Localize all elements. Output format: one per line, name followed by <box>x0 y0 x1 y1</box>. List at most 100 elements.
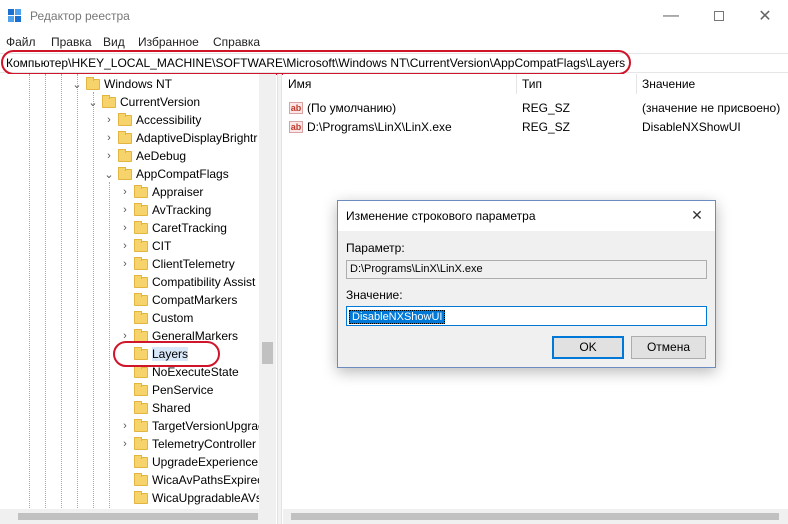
tree-item[interactable]: NoExecuteState <box>119 363 239 381</box>
tree-item[interactable]: ⌄ CurrentVersion <box>87 93 200 111</box>
pane-splitter[interactable] <box>277 74 282 524</box>
key-tree[interactable]: ⌄ Windows NT ⌄ CurrentVersion › Accessibili… <box>0 74 276 510</box>
folder-icon <box>118 148 132 162</box>
column-header-name[interactable]: Имя <box>283 74 517 94</box>
tree-item-label: AdaptiveDisplayBrightr <box>136 131 258 145</box>
folder-icon <box>86 76 100 90</box>
chevron-right-icon[interactable]: › <box>119 240 131 252</box>
column-header-type[interactable]: Тип <box>517 74 637 94</box>
dialog-title: Изменение строкового параметра <box>346 209 536 223</box>
tree-guide-line <box>61 74 62 510</box>
tree-item-label: Shared <box>152 401 191 415</box>
scrollbar-thumb[interactable] <box>262 342 273 364</box>
menu-bar: Файл Правка Вид Избранное Справка <box>0 32 788 52</box>
tree-guide-line <box>29 74 30 510</box>
tree-item[interactable]: › TelemetryController <box>119 435 256 453</box>
folder-icon <box>134 310 148 324</box>
maximize-icon <box>714 11 724 21</box>
folder-icon <box>134 256 148 270</box>
folder-icon <box>118 166 132 180</box>
values-horizontal-scrollbar[interactable] <box>283 509 788 524</box>
tree-item[interactable]: › CIT <box>119 237 171 255</box>
ok-button[interactable]: OK <box>552 336 624 359</box>
tree-item-label: AppCompatFlags <box>136 167 229 181</box>
menu-file[interactable]: Файл <box>6 35 36 49</box>
tree-item[interactable]: UpgradeExperienceI <box>119 453 261 471</box>
menu-edit[interactable]: Правка <box>51 35 92 49</box>
scrollbar-thumb[interactable] <box>18 513 258 520</box>
tree-item-label: UpgradeExperienceI <box>152 455 262 469</box>
value-data-selected-text[interactable]: DisableNXShowUI <box>349 310 446 324</box>
tree-item-label: CurrentVersion <box>120 95 201 109</box>
tree-item[interactable]: › ClientTelemetry <box>119 255 235 273</box>
tree-horizontal-scrollbar[interactable] <box>0 509 276 524</box>
dialog-close-button[interactable]: ✕ <box>686 207 708 225</box>
chevron-right-icon[interactable]: › <box>119 330 131 342</box>
tree-item[interactable]: WicaUpgradableAVs <box>119 489 262 507</box>
chevron-right-icon[interactable]: › <box>119 204 131 216</box>
folder-icon <box>134 220 148 234</box>
tree-item[interactable]: › GeneralMarkers <box>119 327 238 345</box>
tree-item-label: GeneralMarkers <box>152 329 239 343</box>
value-type: REG_SZ <box>522 101 571 115</box>
value-data-input[interactable]: DisableNXShowUI <box>346 306 707 326</box>
param-label: Параметр: <box>346 241 405 255</box>
tree-item[interactable]: Custom <box>119 309 193 327</box>
chevron-right-icon[interactable]: › <box>119 420 131 432</box>
tree-item[interactable]: ⌄ AppCompatFlags <box>103 165 229 183</box>
value-type: REG_SZ <box>522 120 571 134</box>
menu-view[interactable]: Вид <box>103 35 125 49</box>
tree-guide-line <box>45 74 46 510</box>
tree-item[interactable]: ⌄ Windows NT <box>71 75 172 93</box>
value-row[interactable]: ab D:\Programs\LinX\LinX.exe REG_SZ Disa… <box>283 118 788 136</box>
close-button[interactable]: ✕ <box>742 0 788 32</box>
tree-item[interactable]: PenService <box>119 381 213 399</box>
chevron-right-icon[interactable]: › <box>119 438 131 450</box>
chevron-right-icon[interactable]: › <box>103 132 115 144</box>
tree-item[interactable]: Shared <box>119 399 191 417</box>
address-bar[interactable]: Компьютер\HKEY_LOCAL_MACHINE\SOFTWARE\Mi… <box>0 53 788 73</box>
value-row[interactable]: ab (По умолчанию) REG_SZ (значение не пр… <box>283 99 788 117</box>
window-title: Редактор реестра <box>30 9 130 23</box>
chevron-down-icon[interactable]: ⌄ <box>103 168 115 181</box>
chevron-right-icon[interactable]: › <box>119 222 131 234</box>
menu-help[interactable]: Справка <box>213 35 260 49</box>
tree-item[interactable]: › AvTracking <box>119 201 211 219</box>
folder-icon <box>134 454 148 468</box>
value-data: DisableNXShowUI <box>642 120 741 134</box>
tree-item-layers-selected[interactable]: Layers <box>119 345 189 363</box>
tree-item[interactable]: › CaretTracking <box>119 219 227 237</box>
chevron-right-icon[interactable]: › <box>103 114 115 126</box>
folder-icon <box>134 472 148 486</box>
column-header-data[interactable]: Значение <box>637 74 788 94</box>
tree-item[interactable]: › Accessibility <box>103 111 201 129</box>
tree-item[interactable]: › AeDebug <box>103 147 186 165</box>
address-path[interactable]: Компьютер\HKEY_LOCAL_MACHINE\SOFTWARE\Mi… <box>6 56 625 70</box>
chevron-right-icon[interactable]: › <box>119 258 131 270</box>
value-label: Значение: <box>346 288 403 302</box>
tree-guide-line <box>109 182 110 510</box>
tree-item[interactable]: › AdaptiveDisplayBrightr <box>103 129 257 147</box>
chevron-down-icon[interactable]: ⌄ <box>71 78 83 91</box>
minimize-button[interactable]: — <box>648 0 694 32</box>
chevron-right-icon[interactable]: › <box>103 150 115 162</box>
tree-item[interactable]: › Appraiser <box>119 183 203 201</box>
tree-item-label: TargetVersionUpgrac <box>152 419 265 433</box>
menu-favorites[interactable]: Избранное <box>138 35 199 49</box>
tree-item-label: Layers <box>152 347 189 361</box>
tree-item[interactable]: CompatMarkers <box>119 291 237 309</box>
tree-item-label: TelemetryController <box>152 437 257 451</box>
chevron-right-icon[interactable]: › <box>119 186 131 198</box>
tree-item[interactable]: WicaAvPathsExpirec <box>119 471 263 489</box>
scrollbar-thumb[interactable] <box>291 513 779 520</box>
maximize-button[interactable] <box>696 0 742 32</box>
chevron-down-icon[interactable]: ⌄ <box>87 96 99 109</box>
folder-icon <box>134 238 148 252</box>
tree-item-label: WicaAvPathsExpirec <box>152 473 264 487</box>
tree-item[interactable]: › TargetVersionUpgrac <box>119 417 264 435</box>
tree-vertical-scrollbar[interactable] <box>259 74 276 510</box>
tree-item[interactable]: Compatibility Assist <box>119 273 255 291</box>
param-name-field: D:\Programs\LinX\LinX.exe <box>346 260 707 279</box>
tree-item-label: NoExecuteState <box>152 365 239 379</box>
cancel-button[interactable]: Отмена <box>631 336 706 359</box>
